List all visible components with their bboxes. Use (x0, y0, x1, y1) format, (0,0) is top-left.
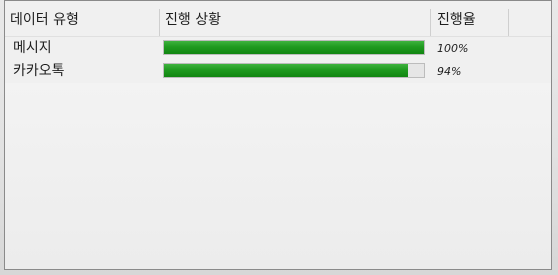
header-progress: 진행 상황 (165, 12, 221, 28)
screen: 데이터 유형 진행 상황 진행율 메시지 100% 카카오톡 94% (0, 0, 558, 275)
progress-fill (164, 41, 424, 54)
header-rate: 진행율 (437, 12, 476, 28)
header-data-type: 데이터 유형 (10, 12, 79, 28)
progress-bar (163, 63, 425, 78)
progress-rate: 94% (437, 65, 462, 78)
data-transfer-panel: 데이터 유형 진행 상황 진행율 메시지 100% 카카오톡 94% (4, 0, 552, 270)
progress-fill (164, 64, 409, 77)
table-header: 데이터 유형 진행 상황 진행율 (5, 1, 551, 37)
progress-bar (163, 40, 425, 55)
table-row: 카카오톡 94% (5, 59, 551, 81)
table-row: 메시지 100% (5, 36, 551, 58)
header-divider (508, 9, 509, 36)
row-data-type: 메시지 (13, 40, 52, 56)
row-data-type: 카카오톡 (13, 63, 65, 79)
table-empty-area (5, 83, 551, 269)
header-divider (159, 9, 160, 36)
progress-rate: 100% (437, 42, 469, 55)
header-divider (430, 9, 431, 36)
